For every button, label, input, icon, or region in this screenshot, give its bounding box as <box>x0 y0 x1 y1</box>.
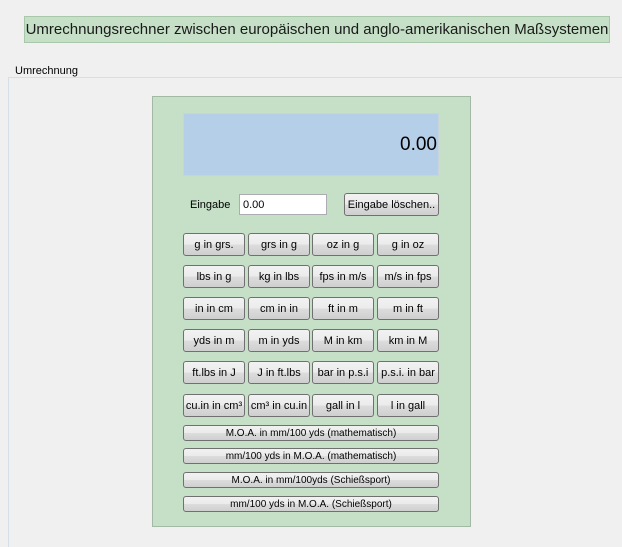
lbs-in-g-button[interactable]: lbs in g <box>183 265 245 288</box>
result-display: 0.00 <box>183 113 439 176</box>
gall-in-l-button[interactable]: gall in l <box>312 394 374 417</box>
yds-in-m-button[interactable]: yds in m <box>183 329 245 352</box>
page-title: Umrechnungsrechner zwischen europäischen… <box>24 16 610 43</box>
page-title-text: Umrechnungsrechner zwischen europäischen… <box>25 21 609 38</box>
cm3-in-cuin-button[interactable]: cm³ in cu.in <box>248 394 310 417</box>
m-in-ft-button[interactable]: m in ft <box>377 297 439 320</box>
mm-to-moa-math-button[interactable]: mm/100 yds in M.O.A. (mathematisch) <box>183 448 439 464</box>
grs-in-g-button[interactable]: grs in g <box>248 233 310 256</box>
result-value: 0.00 <box>400 133 437 155</box>
bar-in-psi-button[interactable]: bar in p.s.i <box>312 361 374 384</box>
in-in-cm-button[interactable]: in in cm <box>183 297 245 320</box>
kg-in-lbs-button[interactable]: kg in lbs <box>248 265 310 288</box>
ft-in-m-button[interactable]: ft in m <box>312 297 374 320</box>
moa-to-mm-math-button[interactable]: M.O.A. in mm/100 yds (mathematisch) <box>183 425 439 441</box>
miles-in-km-button[interactable]: M in km <box>312 329 374 352</box>
mps-in-fps-button[interactable]: m/s in fps <box>377 265 439 288</box>
groupbox-legend: Umrechnung <box>13 65 80 77</box>
mm-to-moa-sport-button[interactable]: mm/100 yds in M.O.A. (Schießsport) <box>183 496 439 512</box>
fps-in-mps-button[interactable]: fps in m/s <box>312 265 374 288</box>
psi-in-bar-button[interactable]: p.s.i. in bar <box>377 361 439 384</box>
cuin-in-cm3-button[interactable]: cu.in in cm³ <box>183 394 245 417</box>
km-in-miles-button[interactable]: km in M <box>377 329 439 352</box>
ftlbs-in-j-button[interactable]: ft.lbs in J <box>183 361 245 384</box>
clear-input-button[interactable]: Eingabe löschen.. <box>344 193 439 216</box>
m-in-yds-button[interactable]: m in yds <box>248 329 310 352</box>
oz-in-g-button[interactable]: oz in g <box>312 233 374 256</box>
cm-in-in-button[interactable]: cm in in <box>248 297 310 320</box>
j-in-ftlbs-button[interactable]: J in ft.lbs <box>248 361 310 384</box>
l-in-gall-button[interactable]: l in gall <box>377 394 439 417</box>
g-in-grs-button[interactable]: g in grs. <box>183 233 245 256</box>
moa-to-mm-sport-button[interactable]: M.O.A. in mm/100yds (Schießsport) <box>183 472 439 488</box>
g-in-oz-button[interactable]: g in oz <box>377 233 439 256</box>
input-field[interactable] <box>239 194 327 215</box>
input-label: Eingabe <box>190 199 231 211</box>
